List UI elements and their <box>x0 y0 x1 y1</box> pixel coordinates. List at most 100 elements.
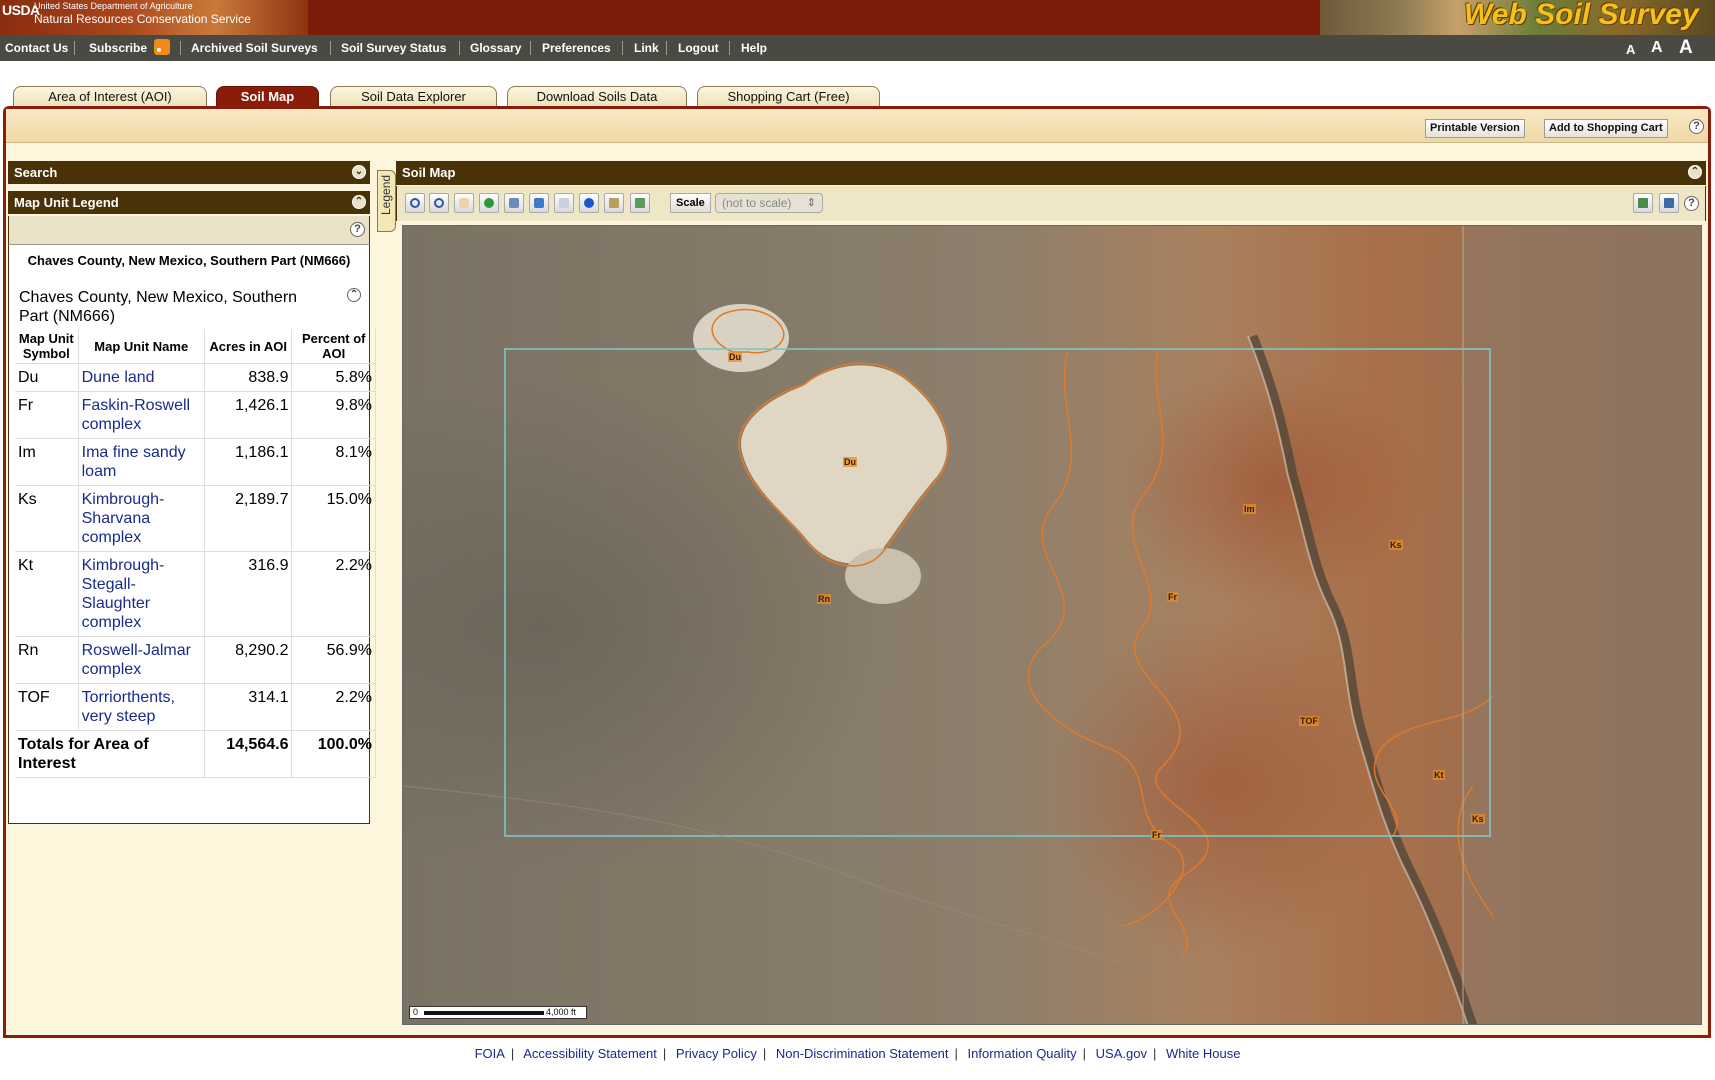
collapse-survey-icon[interactable]: ⌃ <box>347 288 361 302</box>
pan-hand-icon[interactable] <box>454 193 474 213</box>
tab-download-soils-data[interactable]: Download Soils Data <box>507 86 687 107</box>
map-unit-link[interactable]: Torriorthents, very steep <box>82 689 175 725</box>
globe-icon[interactable] <box>479 193 499 213</box>
map-unit-symbol: Du <box>15 363 79 392</box>
printable-version-button[interactable]: Printable Version <box>1425 119 1525 138</box>
footer-white-house-link[interactable]: White House <box>1166 1046 1240 1061</box>
map-overview-icon[interactable] <box>1659 193 1679 213</box>
map-unit-link[interactable]: Faskin-Roswell complex <box>82 397 190 433</box>
font-size-medium-button[interactable]: A <box>1651 39 1663 57</box>
soil-map-viewport[interactable]: Du Du Rn Im Fr Ks TOF Kt Ks Fr 0 4,000 f… <box>402 225 1702 1025</box>
table-row: Rn Roswell-Jalmar complex 8,290.2 56.9% <box>15 636 376 684</box>
acres-in-aoi: 838.9 <box>204 363 293 392</box>
map-unit-link[interactable]: Dune land <box>82 369 155 386</box>
map-unit-symbol: TOF <box>15 683 79 731</box>
tab-soil-map[interactable]: Soil Map <box>216 86 319 107</box>
add-to-shopping-cart-button[interactable]: Add to Shopping Cart <box>1544 119 1668 138</box>
totals-row: Totals for Area of Interest 14,564.6 100… <box>15 730 376 778</box>
previous-view-arrow-icon[interactable] <box>529 193 549 213</box>
tab-area-of-interest[interactable]: Area of Interest (AOI) <box>13 86 207 107</box>
nav-preferences[interactable]: Preferences <box>542 41 611 55</box>
map-unit-link[interactable]: Ima fine sandy loam <box>82 444 186 480</box>
footer-accessibility-link[interactable]: Accessibility Statement <box>523 1046 657 1061</box>
footer-privacy-link[interactable]: Privacy Policy <box>676 1046 757 1061</box>
percent-of-aoi: 2.2% <box>291 683 376 731</box>
legend-panel-header[interactable]: Map Unit Legend ⌃ <box>8 191 370 214</box>
legend-help-icon[interactable]: ? <box>350 222 365 237</box>
expand-icon[interactable]: ⌄ <box>352 165 366 179</box>
nav-logout[interactable]: Logout <box>678 41 719 55</box>
column-header-name: Map Unit Name <box>78 329 205 364</box>
map-unit-link[interactable]: Roswell-Jalmar complex <box>82 642 191 678</box>
action-bar: Printable Version Add to Shopping Cart ? <box>6 109 1708 143</box>
percent-of-aoi: 15.0% <box>291 485 376 552</box>
table-row: TOF Torriorthents, very steep 314.1 2.2% <box>15 683 376 731</box>
zoom-out-icon[interactable] <box>429 193 449 213</box>
map-unit-label[interactable]: Ks <box>1471 814 1485 824</box>
aerial-imagery[interactable] <box>403 226 1702 1025</box>
nav-help[interactable]: Help <box>741 41 767 55</box>
map-unit-label[interactable]: Fr <box>1151 830 1162 840</box>
nav-separator <box>666 41 667 55</box>
usda-nrcs-logo[interactable]: USDA United States Department of Agricul… <box>0 0 308 35</box>
nav-contact-us[interactable]: Contact Us <box>5 41 68 55</box>
map-unit-label[interactable]: Im <box>1243 504 1256 514</box>
totals-acres: 14,564.6 <box>204 730 293 778</box>
acres-in-aoi: 316.9 <box>204 551 293 637</box>
font-size-large-button[interactable]: A <box>1679 37 1693 59</box>
help-icon[interactable]: ? <box>1689 119 1704 134</box>
dune-field-south <box>845 548 921 604</box>
map-unit-label[interactable]: TOF <box>1299 716 1319 726</box>
identify-info-icon[interactable] <box>579 193 599 213</box>
zoom-in-icon[interactable] <box>405 193 425 213</box>
acres-in-aoi: 1,426.1 <box>204 391 293 439</box>
nav-separator <box>622 41 623 55</box>
map-unit-label[interactable]: Du <box>728 352 742 362</box>
font-size-small-button[interactable]: A <box>1626 42 1635 57</box>
collapse-icon[interactable]: ⌃ <box>352 195 366 209</box>
map-unit-symbol: Fr <box>15 391 79 439</box>
percent-of-aoi: 56.9% <box>291 636 376 684</box>
measure-ruler-icon[interactable] <box>604 193 624 213</box>
search-panel-header[interactable]: Search ⌄ <box>8 161 370 184</box>
map-unit-label[interactable]: Ks <box>1389 540 1403 550</box>
collapse-map-icon[interactable]: ⌃ <box>1688 165 1702 179</box>
footer-information-quality-link[interactable]: Information Quality <box>968 1046 1077 1061</box>
red-soil-area <box>1053 616 1393 956</box>
map-unit-label[interactable]: Rn <box>817 594 831 604</box>
nav-archived-soil-surveys[interactable]: Archived Soil Surveys <box>191 41 318 55</box>
map-unit-name: Roswell-Jalmar complex <box>78 636 205 684</box>
column-header-symbol: Map Unit Symbol <box>15 329 79 364</box>
footer-separator: | <box>1082 1046 1087 1061</box>
map-unit-link[interactable]: Kimbrough-Sharvana complex <box>82 491 165 546</box>
footer-foia-link[interactable]: FOIA <box>475 1046 505 1061</box>
clear-selection-icon[interactable] <box>630 193 650 213</box>
map-unit-symbol: Kt <box>15 551 79 637</box>
acres-in-aoi: 1,186.1 <box>204 438 293 486</box>
map-unit-symbol: Rn <box>15 636 79 684</box>
map-unit-label[interactable]: Kt <box>1433 770 1445 780</box>
map-help-icon[interactable]: ? <box>1684 196 1699 211</box>
rss-icon[interactable] <box>154 39 170 55</box>
tab-shopping-cart[interactable]: Shopping Cart (Free) <box>697 86 880 107</box>
map-layers-icon[interactable] <box>1633 193 1653 213</box>
nav-separator <box>180 41 181 55</box>
nav-glossary[interactable]: Glossary <box>470 41 521 55</box>
map-unit-label[interactable]: Du <box>843 457 857 467</box>
footer-non-discrimination-link[interactable]: Non-Discrimination Statement <box>776 1046 949 1061</box>
zoom-to-aoi-icon[interactable] <box>504 193 524 213</box>
next-view-arrow-icon[interactable] <box>554 193 574 213</box>
scale-dropdown[interactable]: (not to scale) <box>715 193 823 213</box>
map-unit-name: Kimbrough-Stegall-Slaughter complex <box>78 551 205 637</box>
tab-soil-data-explorer[interactable]: Soil Data Explorer <box>330 86 497 107</box>
scale-button[interactable]: Scale <box>670 193 711 213</box>
map-unit-label[interactable]: Fr <box>1167 592 1178 602</box>
map-unit-link[interactable]: Kimbrough-Stegall-Slaughter complex <box>82 557 165 631</box>
footer-usa-gov-link[interactable]: USA.gov <box>1096 1046 1147 1061</box>
nav-soil-survey-status[interactable]: Soil Survey Status <box>341 41 446 55</box>
nav-link[interactable]: Link <box>634 41 659 55</box>
legend-toggle-tab[interactable]: Legend <box>377 170 396 232</box>
nav-subscribe[interactable]: Subscribe <box>89 41 147 55</box>
search-panel-title: Search <box>14 165 58 180</box>
map-unit-name: Dune land <box>78 363 205 392</box>
